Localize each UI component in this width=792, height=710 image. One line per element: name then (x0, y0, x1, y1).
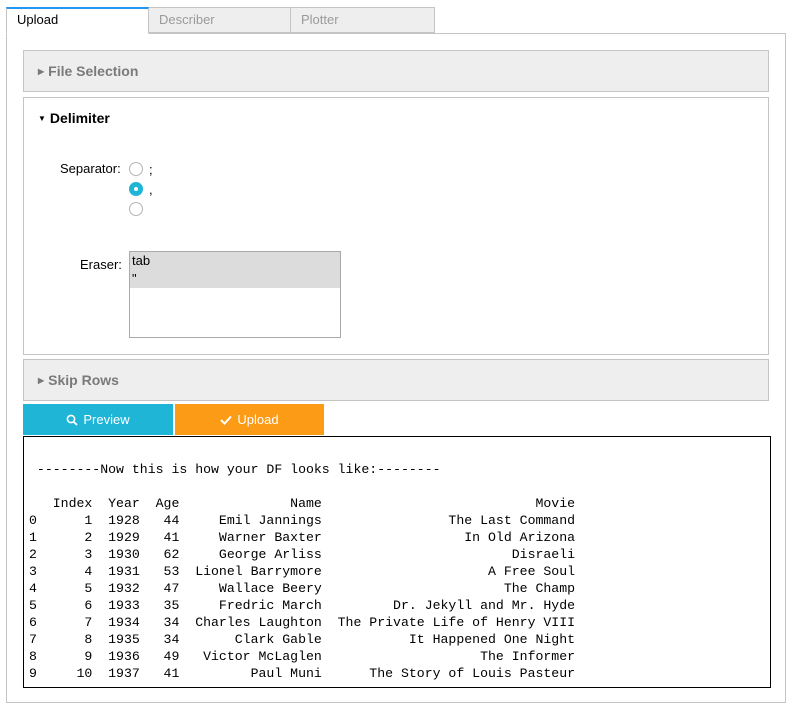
eraser-option-quote[interactable]: " (130, 270, 340, 288)
tab-describer[interactable]: Describer (148, 7, 291, 33)
separator-option-semicolon[interactable]: ; (129, 161, 153, 177)
skip-rows-header[interactable]: ▶ Skip Rows (23, 359, 769, 401)
delimiter-section: ▼ Delimiter Separator: ; , Eraser: tab " (23, 97, 769, 355)
dataframe-output: --------Now this is how your DF looks li… (23, 436, 771, 688)
caret-right-icon: ▶ (38, 376, 45, 385)
tab-upload[interactable]: Upload (6, 7, 149, 34)
search-icon (66, 414, 79, 426)
radio-semicolon-label: ; (149, 161, 153, 177)
upload-button[interactable]: Upload (175, 404, 324, 435)
separator-option-comma[interactable]: , (129, 181, 153, 197)
radio-semicolon[interactable] (129, 162, 143, 176)
preview-button[interactable]: Preview (23, 404, 173, 435)
delimiter-title: Delimiter (49, 110, 110, 126)
upload-panel: ▶ File Selection ▼ Delimiter Separator: ; … (6, 33, 786, 703)
file-selection-header[interactable]: ▶ File Selection (23, 50, 769, 92)
delimiter-header[interactable]: ▼ Delimiter (38, 110, 110, 126)
radio-comma[interactable] (129, 182, 143, 196)
caret-right-icon: ▶ (38, 67, 45, 76)
eraser-option-tab[interactable]: tab (130, 252, 340, 270)
tab-plotter[interactable]: Plotter (290, 7, 435, 33)
radio-comma-label: , (149, 181, 153, 197)
radio-blank[interactable] (129, 202, 143, 216)
preview-button-label: Preview (83, 412, 130, 427)
separator-option-blank[interactable] (129, 201, 149, 217)
dataframe-preview-text: --------Now this is how your DF looks li… (29, 462, 576, 681)
file-selection-title: File Selection (48, 63, 139, 79)
check-icon (220, 415, 233, 425)
eraser-label: Eraser: (80, 257, 122, 272)
upload-button-label: Upload (237, 412, 279, 427)
separator-label: Separator: (60, 161, 121, 176)
skip-rows-title: Skip Rows (48, 372, 119, 388)
caret-down-icon: ▼ (38, 114, 46, 123)
eraser-multiselect[interactable]: tab " (129, 251, 341, 338)
